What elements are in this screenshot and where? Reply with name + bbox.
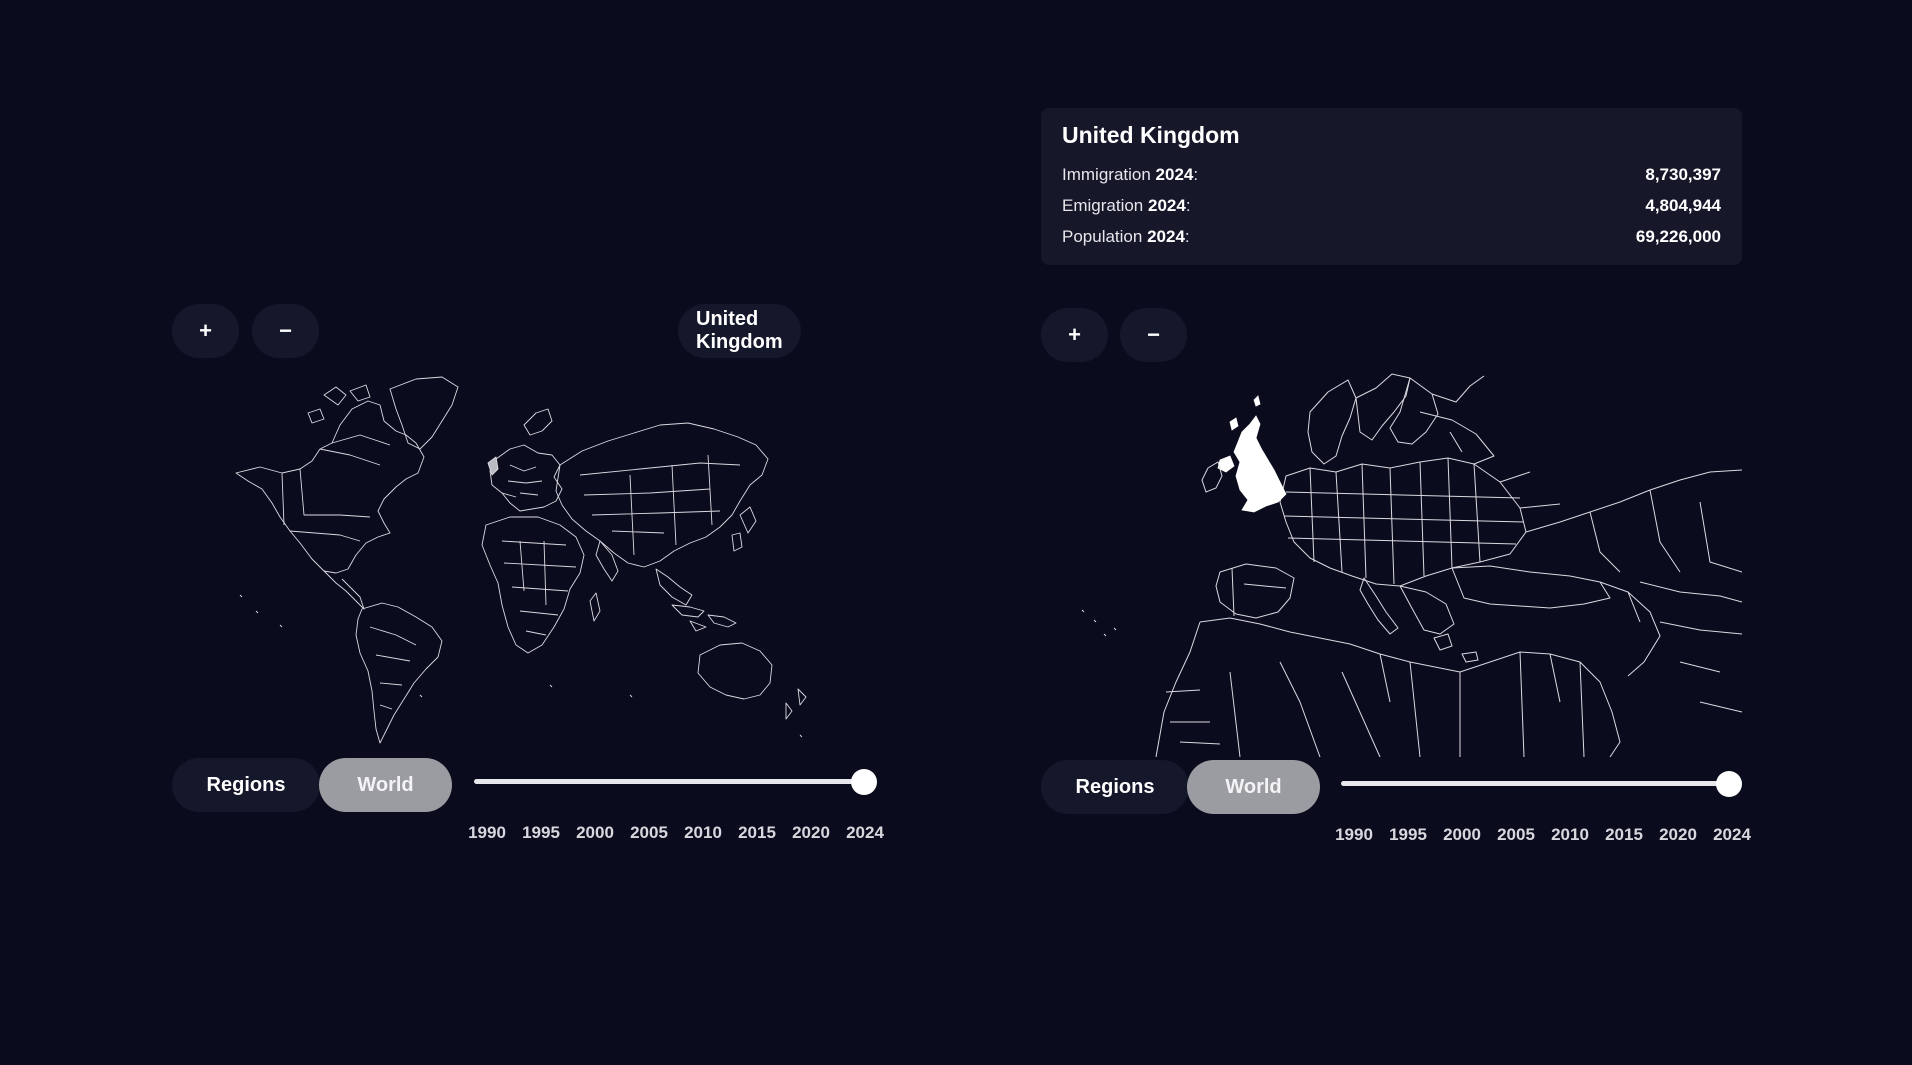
year-tick[interactable]: 2000 [1435, 825, 1489, 845]
population-value: 69,226,000 [1635, 227, 1721, 246]
regions-button[interactable]: Regions [172, 758, 320, 812]
greenland-outline [389, 376, 459, 450]
zoomed-map-svg [1081, 373, 1742, 757]
emigration-row: Emigration 2024: 4,804,944 [1062, 190, 1721, 221]
year-slider-thumb[interactable] [851, 769, 877, 795]
immigration-value: 8,730,397 [1645, 165, 1721, 184]
year-slider-thumb[interactable] [1716, 771, 1742, 797]
immigration-row: Immigration 2024: 8,730,397 [1062, 159, 1721, 190]
year-tick[interactable]: 1990 [1327, 825, 1381, 845]
great-britain-shape [1233, 415, 1287, 513]
year-slider-track[interactable] [1341, 781, 1741, 786]
europe-outline [489, 444, 563, 512]
year-tick[interactable]: 2024 [1705, 825, 1759, 845]
year-tick[interactable]: 2020 [1651, 825, 1705, 845]
year-ticks: 1990 1995 2000 2005 2010 2015 2020 2024 [460, 823, 892, 843]
info-card-title: United Kingdom [1062, 122, 1240, 148]
zoom-out-button[interactable]: − [1120, 308, 1187, 362]
selected-country-pill[interactable]: United Kingdom [678, 304, 801, 358]
country-info-card: United Kingdom Immigration 2024: 8,730,3… [1041, 108, 1742, 265]
immigration-label: Immigration 2024: [1062, 165, 1199, 184]
zoom-in-button[interactable]: + [1041, 308, 1108, 362]
year-tick[interactable]: 1995 [1381, 825, 1435, 845]
world-map-svg [235, 376, 807, 744]
south-america-outline [355, 602, 443, 744]
year-tick[interactable]: 2024 [838, 823, 892, 843]
regions-button[interactable]: Regions [1041, 760, 1189, 814]
world-button[interactable]: World [319, 758, 452, 812]
north-america-outline [235, 400, 425, 574]
year-tick[interactable]: 2000 [568, 823, 622, 843]
year-tick[interactable]: 2005 [622, 823, 676, 843]
world-map[interactable] [220, 365, 820, 750]
year-tick[interactable]: 2015 [1597, 825, 1651, 845]
year-slider-track[interactable] [474, 779, 874, 784]
year-tick[interactable]: 1990 [460, 823, 514, 843]
population-row: Population 2024: 69,226,000 [1062, 221, 1721, 252]
year-tick[interactable]: 2010 [1543, 825, 1597, 845]
emigration-value: 4,804,944 [1645, 196, 1721, 215]
zoomed-map[interactable] [1080, 372, 1742, 757]
population-label: Population 2024: [1062, 227, 1190, 246]
uk-highlight [1217, 395, 1287, 513]
year-tick[interactable]: 2010 [676, 823, 730, 843]
year-tick[interactable]: 2005 [1489, 825, 1543, 845]
year-tick[interactable]: 2020 [784, 823, 838, 843]
zoom-in-button[interactable]: + [172, 304, 239, 358]
zoom-out-button[interactable]: − [252, 304, 319, 358]
year-ticks: 1990 1995 2000 2005 2010 2015 2020 2024 [1327, 825, 1759, 845]
emigration-label: Emigration 2024: [1062, 196, 1191, 215]
app-stage: + − United Kingdom Regions World 1990 19… [0, 0, 1912, 1065]
ireland-outline [1201, 461, 1223, 493]
year-tick[interactable]: 1995 [514, 823, 568, 843]
australia-outline [697, 642, 773, 700]
world-button[interactable]: World [1187, 760, 1320, 814]
year-tick[interactable]: 2015 [730, 823, 784, 843]
